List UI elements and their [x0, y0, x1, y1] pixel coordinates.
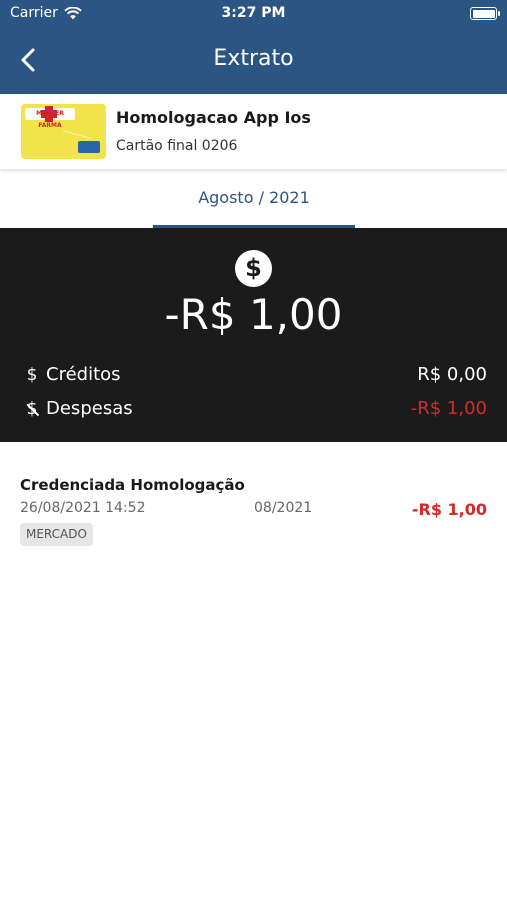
card-number-label: Cartão final 0206: [116, 138, 238, 154]
transaction-category-badge: MERCADO: [20, 523, 93, 546]
credits-value: R$ 0,00: [417, 364, 487, 385]
pharmacy-cross-bar: [41, 110, 57, 118]
clock: 3:27 PM: [221, 5, 286, 21]
card-holder-name: Homologacao App Ios: [116, 108, 311, 127]
top-bar: Carrier 3:27 PM Extrato: [0, 0, 507, 94]
page-title: Extrato: [213, 46, 294, 71]
credits-row: $ Créditos R$ 0,00: [24, 364, 487, 390]
expenses-label: Despesas: [46, 398, 133, 419]
dollar-icon: $: [26, 365, 38, 385]
navigation-bar: Extrato: [0, 38, 507, 82]
balance-summary: $ -R$ 1,00 $ Créditos R$ 0,00 $ Despesas…: [0, 228, 507, 442]
transaction-reference: 08/2021: [254, 500, 313, 516]
card-thumbnail: MASTER FARMA: [21, 104, 106, 159]
card-chip: [78, 141, 100, 153]
expenses-row: $ Despesas -R$ 1,00: [24, 398, 487, 424]
transaction-amount: -R$ 1,00: [411, 500, 487, 519]
credits-label: Créditos: [46, 364, 121, 385]
dollar-circle-icon: $: [235, 250, 272, 287]
transaction-item[interactable]: Credenciada Homologação 26/08/2021 14:52…: [20, 474, 487, 554]
expenses-value: -R$ 1,00: [410, 398, 487, 419]
tab-period[interactable]: Agosto / 2021: [153, 170, 355, 228]
card-info[interactable]: MASTER FARMA Homologacao App Ios Cartão …: [0, 94, 507, 169]
total-balance: -R$ 1,00: [164, 290, 343, 339]
status-bar: Carrier 3:27 PM: [0, 0, 507, 28]
transaction-datetime: 26/08/2021 14:52: [20, 500, 146, 516]
transaction-merchant: Credenciada Homologação: [20, 476, 245, 494]
battery-icon: [470, 7, 500, 20]
